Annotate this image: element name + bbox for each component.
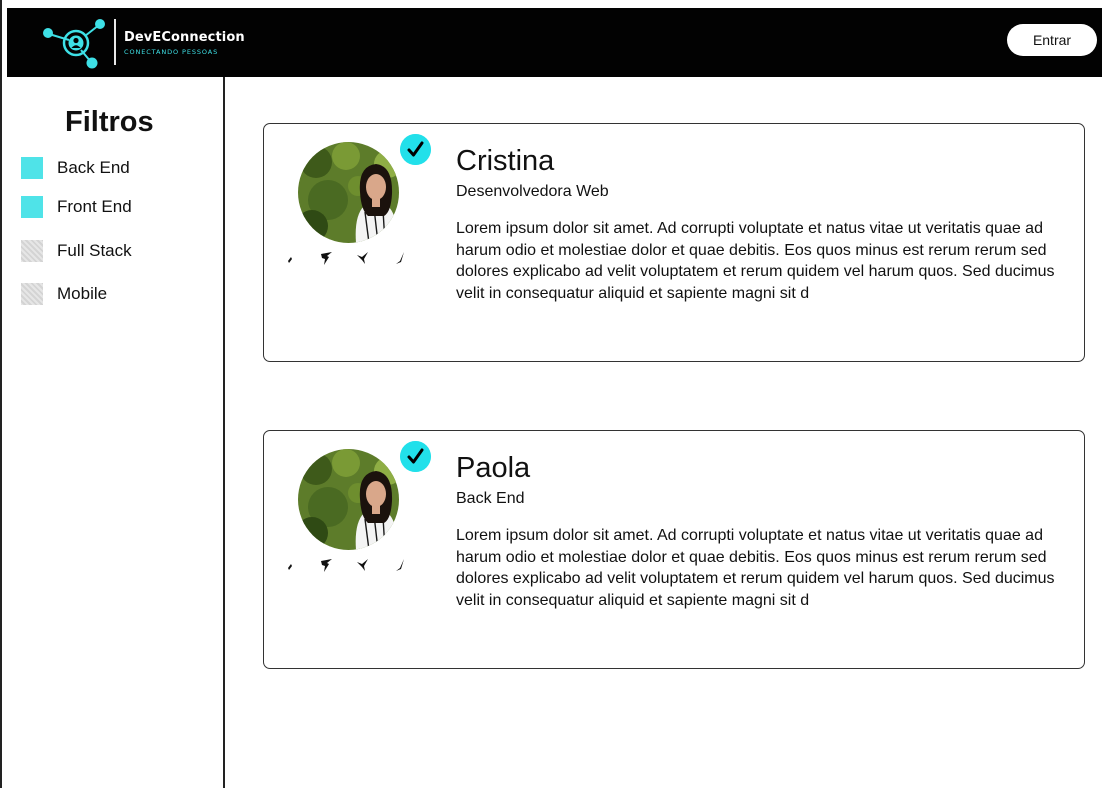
social-links [284,555,424,577]
social-icon-1[interactable] [284,248,302,268]
filter-checkbox-checked[interactable] [21,196,43,218]
avatar [298,142,399,243]
filter-label: Mobile [57,284,108,303]
profile-name: Paola [456,452,531,484]
filter-front-end[interactable]: Front End [21,194,221,218]
verified-badge-icon [400,441,431,472]
filter-full-stack[interactable]: Full Stack [21,238,221,262]
network-logo-icon [43,19,105,69]
profile-card[interactable]: Paola Back End Lorem ipsum dolor sit ame… [263,430,1085,669]
filter-checkbox-checked[interactable] [21,157,43,179]
top-header: DevEConnection CONECTANDO PESSOAS Entrar [7,8,1102,77]
profile-bio: Lorem ipsum dolor sit amet. Ad corrupti … [456,527,1055,609]
login-button[interactable]: Entrar [1007,24,1097,56]
social-icon-4[interactable] [390,248,408,268]
filter-mobile[interactable]: Mobile [21,281,221,305]
logo-divider [114,19,116,65]
filter-checkbox-unchecked[interactable] [21,283,43,305]
filter-label: Back End [57,158,130,177]
brand-tagline: CONECTANDO PESSOAS [124,48,219,56]
filter-back-end[interactable]: Back End [21,155,221,179]
filters-title: Filtros [65,106,154,138]
profile-role: Desenvolvedora Web [456,183,609,200]
social-icon-1[interactable] [284,555,302,575]
social-icon-3[interactable] [354,555,372,575]
profile-bio: Lorem ipsum dolor sit amet. Ad corrupti … [456,220,1055,302]
profile-name: Cristina [456,145,555,177]
social-icon-2[interactable] [318,248,336,268]
filter-label: Front End [57,197,132,216]
social-icon-3[interactable] [354,248,372,268]
social-links [284,248,424,270]
filters-sidebar: Filtros Back End Front End Full Stack Mo… [7,77,225,788]
brand-name: DevEConnection [124,30,245,45]
profile-card[interactable]: Cristina Desenvolvedora Web Lorem ipsum … [263,123,1085,362]
social-icon-2[interactable] [318,555,336,575]
verified-badge-icon [400,134,431,165]
profile-role: Back End [456,490,525,507]
avatar [298,449,399,550]
filter-label: Full Stack [57,241,132,260]
social-icon-4[interactable] [390,555,408,575]
filter-checkbox-unchecked[interactable] [21,240,43,262]
